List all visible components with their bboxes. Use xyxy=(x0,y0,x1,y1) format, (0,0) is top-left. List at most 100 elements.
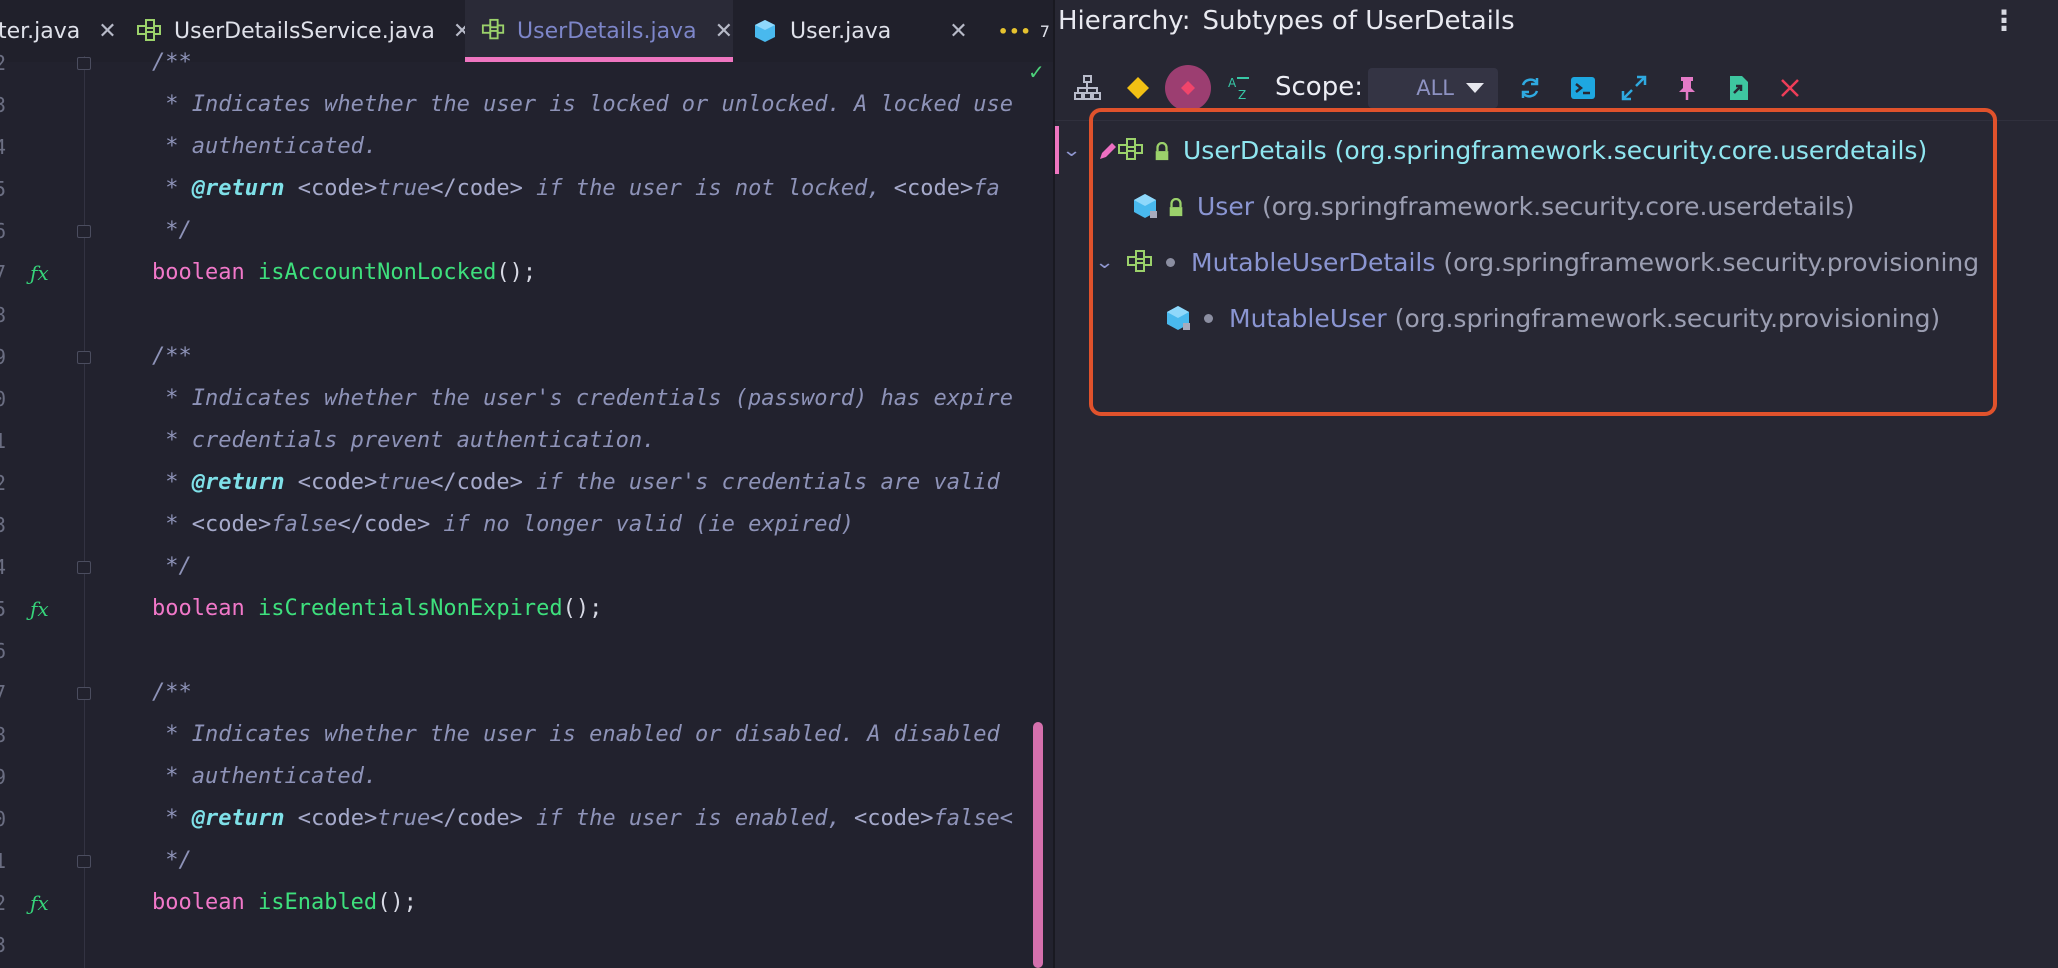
scrollbar-marker[interactable] xyxy=(1033,722,1043,968)
fold-marker-icon[interactable] xyxy=(77,57,91,70)
code-token: <code> xyxy=(297,470,378,495)
expand-all-icon[interactable] xyxy=(1614,68,1654,108)
line-number: 6 xyxy=(0,639,7,663)
class-hierarchy-icon[interactable] xyxy=(1067,68,1107,108)
code-editor[interactable]: ter.java ✕ UserDetailsService.java ✕ Use… xyxy=(0,0,1053,968)
close-icon[interactable]: ✕ xyxy=(98,19,116,44)
export-icon[interactable] xyxy=(1719,68,1759,108)
fold-marker-icon[interactable] xyxy=(77,855,91,868)
fold-marker-icon[interactable] xyxy=(77,225,91,238)
chevron-down-icon[interactable]: ⌄ xyxy=(1062,140,1091,161)
code-line[interactable]: 4 */ xyxy=(0,546,1053,588)
code-line[interactable]: 2 * @return <code>true</code> if the use… xyxy=(0,462,1053,504)
tab-label: ter.java xyxy=(0,18,81,44)
code-token: * xyxy=(152,470,192,495)
code-token: * xyxy=(152,806,192,831)
code-token: </code> xyxy=(337,512,431,537)
code-line[interactable]: 0 * Indicates whether the user's credent… xyxy=(0,378,1053,420)
sort-alpha-icon[interactable]: AZ xyxy=(1220,68,1260,108)
code-line[interactable]: 3 * <code>false</code> if no longer vali… xyxy=(0,504,1053,546)
refresh-icon[interactable] xyxy=(1510,68,1550,108)
code-line[interactable]: 8 * Indicates whether the user is enable… xyxy=(0,714,1053,756)
more-tabs-dots: ••• xyxy=(998,21,1032,41)
code-line[interactable]: 8 xyxy=(0,294,1053,336)
code-line[interactable]: 3 xyxy=(0,924,1053,966)
code-token: /** xyxy=(152,50,192,75)
implemented-method-gutter-icon[interactable]: ƒx xyxy=(30,882,49,924)
code-text: * @return <code>true</code> if the user … xyxy=(152,798,1013,840)
code-line[interactable]: 1 * credentials prevent authentication. xyxy=(0,420,1053,462)
implemented-method-gutter-icon[interactable]: ƒx xyxy=(30,252,49,294)
panel-title-text: Subtypes of UserDetails xyxy=(1202,6,1515,36)
code-line[interactable]: 2 /** xyxy=(0,42,1053,84)
fold-marker-icon[interactable] xyxy=(77,561,91,574)
code-line[interactable]: 5 * @return <code>true</code> if the use… xyxy=(0,168,1053,210)
code-text: */ xyxy=(152,840,192,882)
subtypes-icon[interactable] xyxy=(1165,65,1211,111)
line-number: 0 xyxy=(0,807,7,831)
code-line[interactable]: 6 */ xyxy=(0,210,1053,252)
code-token: * xyxy=(152,176,192,201)
code-token: true xyxy=(377,176,431,201)
code-line[interactable]: 7 /** xyxy=(0,672,1053,714)
implemented-method-gutter-icon[interactable]: ƒx xyxy=(30,588,49,630)
code-token: @return xyxy=(191,806,285,831)
code-token: isEnabled xyxy=(257,890,378,915)
code-text: * @return <code>true</code> if the user'… xyxy=(152,462,1000,504)
more-tabs-count: 7 xyxy=(1039,21,1050,41)
fold-marker-icon[interactable] xyxy=(77,687,91,700)
line-number: 7 xyxy=(0,681,7,705)
code-token: @return xyxy=(191,470,285,495)
code-line[interactable]: 1 */ xyxy=(0,840,1053,882)
code-token: <code> xyxy=(297,806,378,831)
code-token: isAccountNonLocked xyxy=(257,260,497,285)
terminal-icon[interactable] xyxy=(1563,68,1603,108)
code-text: */ xyxy=(152,210,192,252)
code-token: isCredentialsNonExpired xyxy=(257,596,563,621)
line-number: 6 xyxy=(0,219,7,243)
code-text: * Indicates whether the user's credentia… xyxy=(152,378,1013,420)
code-token: @return xyxy=(191,176,285,201)
close-icon[interactable]: ✕ xyxy=(715,19,733,44)
code-text: /** xyxy=(152,672,192,714)
code-text: * authenticated. xyxy=(152,126,377,168)
line-number: 1 xyxy=(0,429,7,453)
code-line[interactable]: 7 boolean isAccountNonLocked(); ƒx xyxy=(0,252,1053,294)
code-area[interactable]: 2 /** 3 * Indicates whether the user is lo… xyxy=(0,50,1053,968)
scope-dropdown[interactable]: ALL xyxy=(1368,68,1498,108)
supertypes-icon[interactable] xyxy=(1118,68,1158,108)
code-line[interactable]: 2 boolean isEnabled(); ƒx xyxy=(0,882,1053,924)
pin-icon[interactable] xyxy=(1667,68,1707,108)
code-token: boolean xyxy=(152,890,245,915)
code-line[interactable]: 0 * @return <code>true</code> if the use… xyxy=(0,798,1053,840)
code-token: <code> xyxy=(297,176,378,201)
code-text: * @return <code>true</code> if the user … xyxy=(152,168,1000,210)
code-token: */ xyxy=(152,554,192,579)
highlight-annotation xyxy=(1089,108,1997,416)
tab-label: UserDetails.java xyxy=(517,18,697,44)
code-token: */ xyxy=(152,848,192,873)
close-icon[interactable]: ✕ xyxy=(949,19,967,44)
more-options-icon[interactable]: ⋮ xyxy=(1990,6,2018,36)
line-number: 1 xyxy=(0,849,7,873)
code-line[interactable]: 6 xyxy=(0,630,1053,672)
fold-marker-icon[interactable] xyxy=(77,351,91,364)
code-token: if the user is not locked, xyxy=(522,176,894,201)
code-line[interactable]: 3 * Indicates whether the user is locked… xyxy=(0,84,1053,126)
code-line[interactable]: 9 /** xyxy=(0,336,1053,378)
close-icon[interactable] xyxy=(1770,68,1810,108)
code-token: (); xyxy=(562,596,603,621)
line-number: 5 xyxy=(0,177,7,201)
inspection-ok-icon[interactable]: ✓ xyxy=(1028,60,1045,84)
code-token: <code> xyxy=(893,176,974,201)
code-line[interactable]: 4 * authenticated. xyxy=(0,126,1053,168)
code-line[interactable]: 5 boolean isCredentialsNonExpired(); ƒx xyxy=(0,588,1053,630)
code-text: /** xyxy=(152,42,192,84)
code-text: * authenticated. xyxy=(152,756,377,798)
svg-text:Z: Z xyxy=(1238,88,1246,102)
code-line[interactable]: 9 * authenticated. xyxy=(0,756,1053,798)
